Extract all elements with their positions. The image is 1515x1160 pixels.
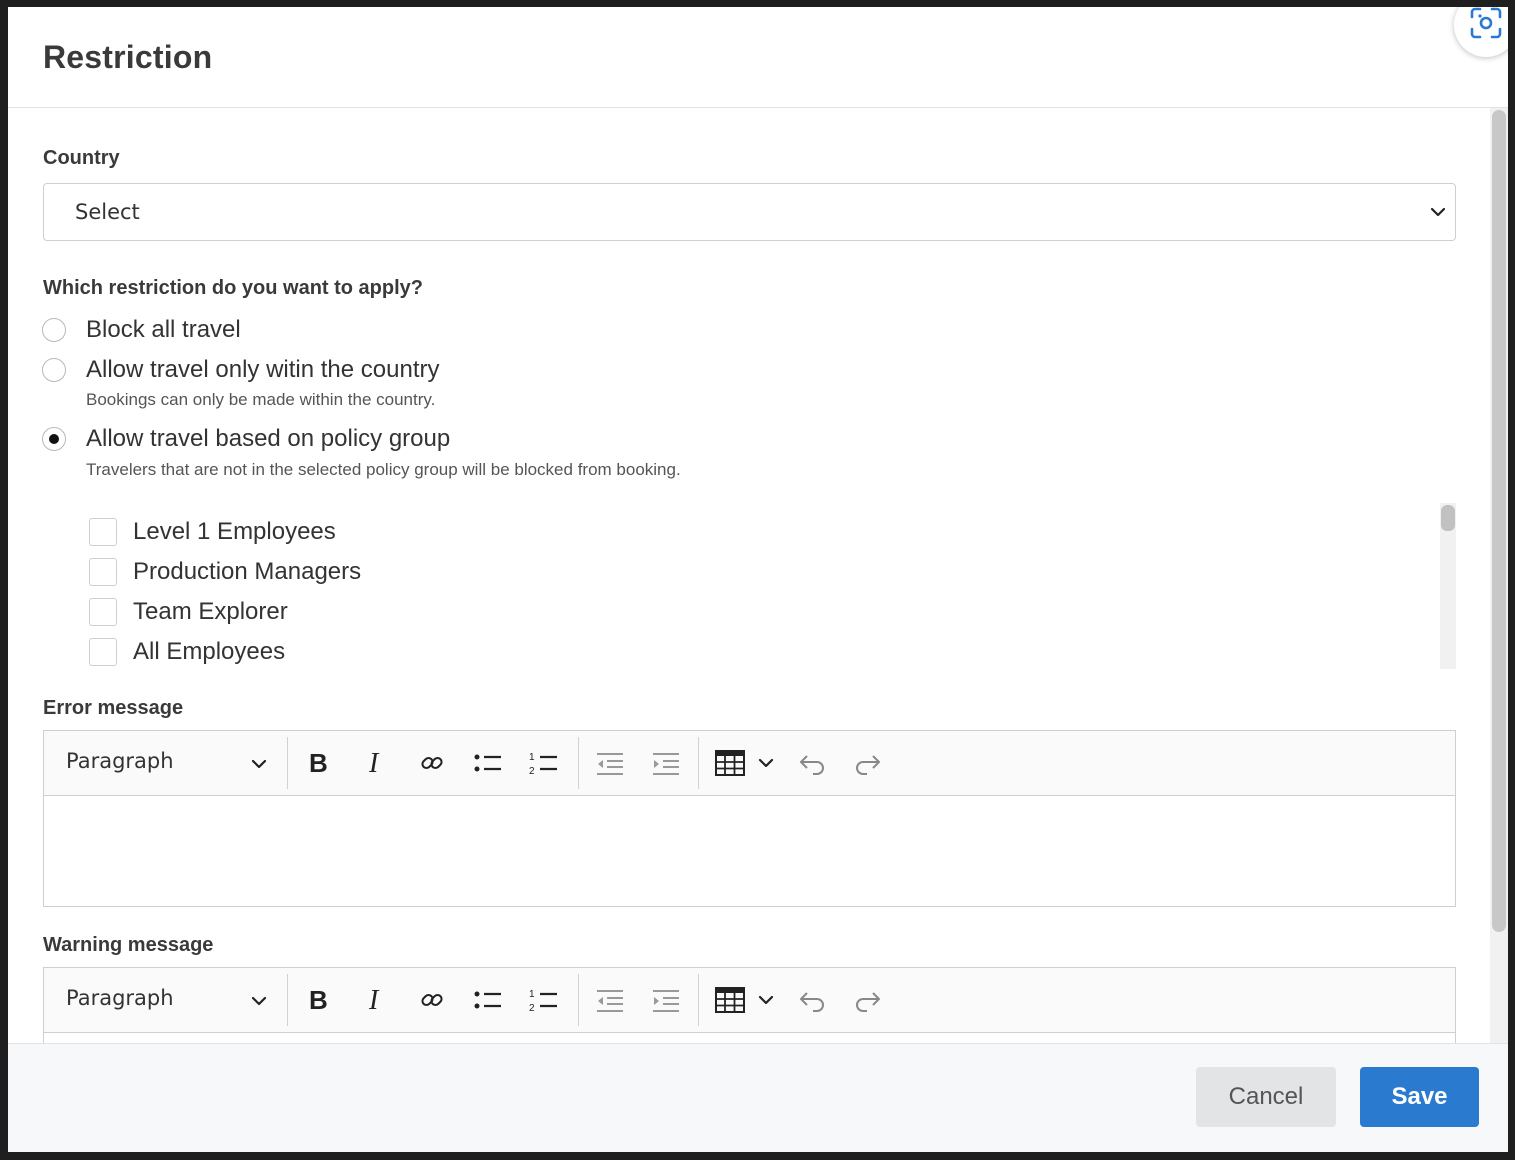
toolbar-divider	[287, 737, 288, 789]
svg-text:B: B	[309, 987, 328, 1013]
policy-group-item[interactable]: Production Managers	[89, 558, 361, 586]
bulleted-list-icon[interactable]	[472, 747, 504, 779]
numbered-list-icon[interactable]: 12	[528, 984, 560, 1016]
policy-group-item[interactable]: All Employees	[89, 638, 285, 666]
error-message-textarea[interactable]	[44, 796, 1455, 906]
outdent-icon[interactable]	[594, 747, 626, 779]
cancel-button[interactable]: Cancel	[1196, 1067, 1336, 1127]
radio-button[interactable]	[42, 318, 66, 342]
link-icon[interactable]	[416, 984, 448, 1016]
toolbar-divider	[287, 974, 288, 1026]
modal-footer: Cancel Save	[8, 1043, 1508, 1152]
modal-scrollbar[interactable]	[1490, 108, 1508, 1044]
warning-message-label: Warning message	[43, 934, 214, 956]
svg-text:2: 2	[529, 766, 535, 776]
editor-toolbar: Paragraph B I 12	[44, 968, 1455, 1033]
restriction-question: Which restriction do you want to apply?	[43, 277, 424, 299]
checkbox[interactable]	[89, 598, 117, 626]
modal-title: Restriction	[43, 39, 213, 75]
country-label: Country	[43, 147, 120, 169]
italic-icon[interactable]: I	[360, 984, 392, 1016]
svg-text:I: I	[368, 987, 380, 1013]
svg-text:1: 1	[529, 989, 535, 1000]
modal-header: Restriction	[8, 7, 1508, 108]
radio-allow-policy-group[interactable]: Allow travel based on policy group	[42, 425, 450, 452]
chevron-down-icon[interactable]	[250, 755, 268, 778]
numbered-list-icon[interactable]: 12	[528, 747, 560, 779]
italic-icon[interactable]: I	[360, 747, 392, 779]
policy-group-item[interactable]: Team Explorer	[89, 598, 288, 626]
error-message-label: Error message	[43, 697, 184, 719]
radio-help-text: Bookings can only be made within the cou…	[86, 390, 436, 409]
svg-text:2: 2	[529, 1003, 535, 1013]
redo-icon[interactable]	[852, 747, 884, 779]
country-select-value: Select	[75, 200, 140, 224]
indent-icon[interactable]	[650, 984, 682, 1016]
warning-message-editor: Paragraph B I 12	[43, 967, 1456, 1044]
error-message-editor: Paragraph B I 12	[43, 730, 1456, 907]
modal-body[interactable]: Country Select Which restriction do you …	[8, 108, 1508, 1044]
block-format-select[interactable]: Paragraph	[66, 749, 174, 773]
chevron-down-icon[interactable]	[250, 992, 268, 1015]
toolbar-divider	[578, 974, 579, 1026]
radio-block-all-travel[interactable]: Block all travel	[42, 316, 241, 343]
checkbox[interactable]	[89, 558, 117, 586]
editor-toolbar: Paragraph B I 12	[44, 731, 1455, 796]
outdent-icon[interactable]	[594, 984, 626, 1016]
table-icon[interactable]	[714, 747, 746, 779]
svg-text:1: 1	[529, 752, 535, 763]
radio-label: Block all travel	[86, 316, 241, 343]
chevron-down-icon	[1429, 203, 1447, 226]
policy-group-scrollbar[interactable]	[1440, 503, 1456, 669]
checkbox-label: Level 1 Employees	[133, 518, 336, 545]
country-select[interactable]: Select	[43, 183, 1456, 241]
checkbox-label: All Employees	[133, 638, 286, 665]
bold-icon[interactable]: B	[303, 747, 335, 779]
undo-icon[interactable]	[796, 747, 828, 779]
toolbar-divider	[578, 737, 579, 789]
svg-text:I: I	[368, 750, 380, 776]
table-icon[interactable]	[714, 984, 746, 1016]
link-icon[interactable]	[416, 747, 448, 779]
scan-icon	[1469, 7, 1503, 45]
toolbar-divider	[698, 737, 699, 789]
bold-icon[interactable]: B	[303, 984, 335, 1016]
radio-button[interactable]	[42, 358, 66, 382]
radio-allow-within-country[interactable]: Allow travel only witin the country	[42, 356, 439, 383]
policy-group-scroll-thumb[interactable]	[1441, 505, 1455, 531]
svg-text:B: B	[309, 750, 328, 776]
policy-group-list[interactable]: Level 1 Employees Production Managers Te…	[43, 503, 1456, 669]
chevron-down-icon[interactable]	[750, 747, 782, 779]
radio-label: Allow travel based on policy group	[86, 425, 451, 452]
checkbox[interactable]	[89, 638, 117, 666]
restriction-modal: Restriction Country Select Which restric…	[8, 7, 1508, 1152]
checkbox-label: Production Managers	[133, 558, 362, 585]
policy-group-item[interactable]: Level 1 Employees	[89, 518, 336, 546]
indent-icon[interactable]	[650, 747, 682, 779]
save-button[interactable]: Save	[1360, 1067, 1479, 1127]
checkbox-label: Team Explorer	[133, 598, 288, 625]
radio-button-checked[interactable]	[42, 427, 66, 451]
radio-help-text: Travelers that are not in the selected p…	[86, 460, 681, 479]
undo-icon[interactable]	[796, 984, 828, 1016]
redo-icon[interactable]	[852, 984, 884, 1016]
block-format-select[interactable]: Paragraph	[66, 986, 174, 1010]
checkbox[interactable]	[89, 518, 117, 546]
bulleted-list-icon[interactable]	[472, 984, 504, 1016]
radio-label: Allow travel only witin the country	[86, 356, 440, 383]
toolbar-divider	[698, 974, 699, 1026]
modal-scroll-thumb[interactable]	[1492, 110, 1506, 932]
chevron-down-icon[interactable]	[750, 984, 782, 1016]
